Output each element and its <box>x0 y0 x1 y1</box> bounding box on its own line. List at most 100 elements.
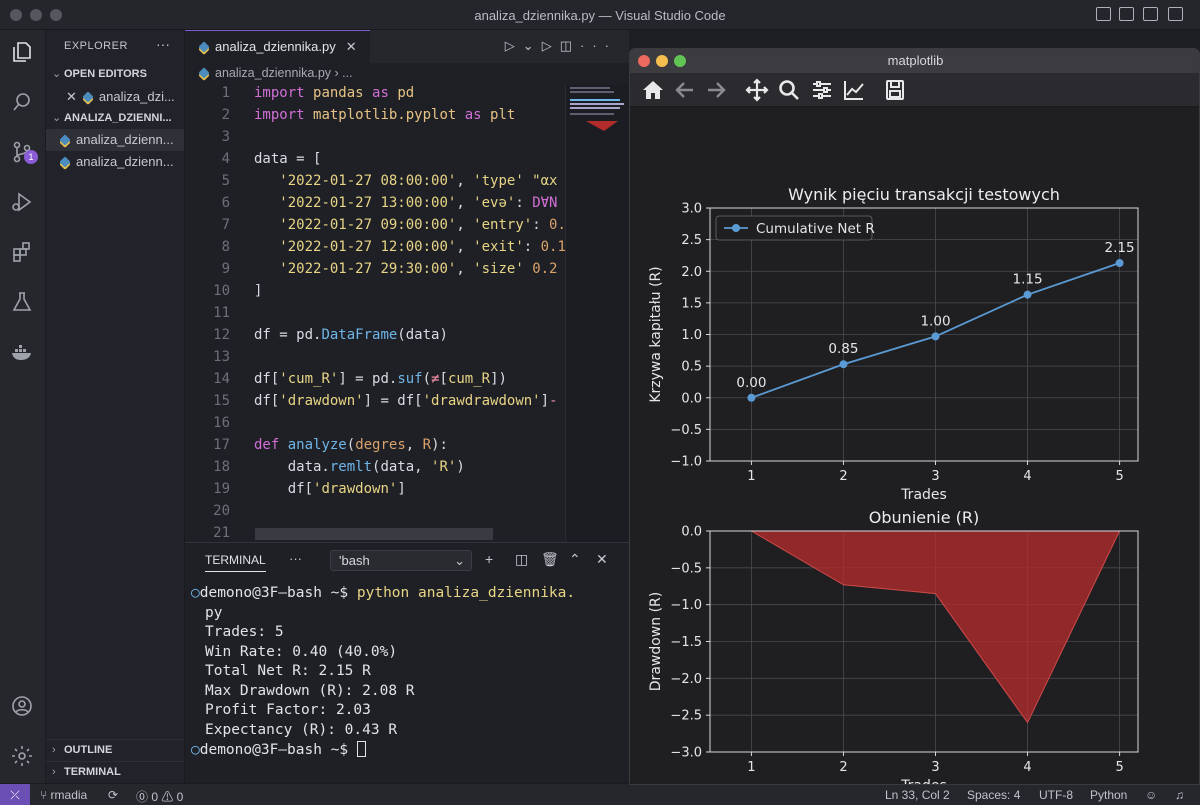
debug-run-icon[interactable]: ▷ <box>542 38 560 53</box>
chevron-right-icon: › <box>52 766 56 778</box>
git-branch-icon: ⑂ <box>40 788 51 802</box>
toggle-sidebar-icon[interactable] <box>1096 7 1111 21</box>
testing-icon[interactable] <box>8 288 36 316</box>
code-line: '2022-01-27 12:00:00', 'exit': 0.1 <box>279 239 566 255</box>
settings-gear-icon[interactable] <box>8 742 36 770</box>
python-file-icon <box>59 156 71 168</box>
sync-icon[interactable]: ⟳ <box>108 788 118 802</box>
terminal-shell-select[interactable]: 'bash ⌄ <box>330 550 472 571</box>
equity-ytick-label: −0.5 <box>670 423 702 438</box>
split-terminal-icon[interactable]: ◫ <box>515 551 528 568</box>
back-icon[interactable] <box>673 78 697 102</box>
toggle-panel-icon[interactable] <box>1119 7 1134 21</box>
more-actions-icon[interactable]: ··· <box>580 38 617 53</box>
language-mode[interactable]: Python <box>1090 788 1127 802</box>
indentation-status[interactable]: Spaces: 4 <box>967 788 1020 802</box>
equity-ytick-label: 0.0 <box>681 391 702 406</box>
open-editors-section[interactable]: ⌄ OPEN EDITORS <box>46 64 184 84</box>
code-line: '2022-01-27 08:00:00', 'type' "αx <box>279 173 558 189</box>
file-item[interactable]: analiza_dzienn... <box>46 151 184 173</box>
explorer-sidebar: EXPLORER ··· ⌄ OPEN EDITORS ✕ analiza_dzi.… <box>46 30 185 783</box>
configure-icon[interactable] <box>810 78 834 102</box>
drawdown-xlabel: Trades <box>900 778 947 785</box>
explorer-icon[interactable] <box>8 38 36 66</box>
line-number: 21 <box>213 525 230 541</box>
equity-ytick-label: 1.5 <box>681 296 702 311</box>
zoom-window-button[interactable] <box>674 55 686 67</box>
equity-data-label: 0.00 <box>736 375 766 391</box>
explorer-more-button[interactable]: ··· <box>156 36 170 52</box>
code-line: df['cum_R'] = pd.suf(≠[cum_R]) <box>254 371 507 387</box>
problems-status[interactable]: ⓪ 0 ⚠ 0 <box>136 788 183 805</box>
breadcrumb-label: analiza_dziennika.py › ... <box>215 66 353 80</box>
encoding-status[interactable]: UTF-8 <box>1039 788 1073 802</box>
equity-xtick-label: 3 <box>931 469 939 484</box>
code-line: df['drawdown'] = df['drawdrawdown']- <box>254 393 558 409</box>
close-window-button[interactable] <box>638 55 650 67</box>
close-panel-icon[interactable]: ✕ <box>596 551 608 568</box>
terminal-command-line: ○demono@3F–bash ~$ python analiza_dzienn… <box>191 585 575 601</box>
equity-ytick-label: −1.0 <box>670 455 702 470</box>
docker-icon[interactable] <box>8 338 36 366</box>
customize-layout-icon[interactable] <box>1168 7 1183 21</box>
code-line: import matplotlib.pyplot as plt <box>254 107 516 123</box>
notifications-icon[interactable]: ♫ <box>1175 788 1184 802</box>
pan-icon[interactable] <box>745 78 769 102</box>
equity-data-point <box>839 360 848 369</box>
explorer-header: EXPLORER <box>64 40 128 52</box>
line-number: 16 <box>213 415 230 431</box>
output-line: Max Drawdown (R): 2.08 R <box>205 682 415 699</box>
drawdown-ytick-label: −0.5 <box>670 561 702 576</box>
trash-icon[interactable]: 🗑 <box>541 551 559 568</box>
matplotlib-window-title: matplotlib <box>887 53 944 68</box>
split-editor-icon[interactable]: ◫ <box>560 38 580 53</box>
remote-indicator-icon[interactable]: ⤫ <box>0 784 30 805</box>
equity-xtick-label: 4 <box>1023 469 1031 484</box>
toggle-secondary-sidebar-icon[interactable] <box>1143 7 1158 21</box>
cursor-position[interactable]: Ln 33, Col 2 <box>885 788 950 802</box>
outline-section[interactable]: › OUTLINE <box>46 739 184 759</box>
zoom-icon[interactable] <box>777 78 801 102</box>
tab-terminal[interactable]: TERMINAL <box>205 553 266 572</box>
editor-tab[interactable]: analiza_dziennika.py ✕ <box>185 30 370 63</box>
edit-curves-icon[interactable] <box>842 78 866 102</box>
close-icon[interactable]: ✕ <box>66 89 77 104</box>
code-line: '2022-01-27 29:30:00', 'size' 0.2 <box>279 261 558 277</box>
code-line: df = pd.DataFrame(data) <box>254 327 448 343</box>
chevron-down-icon[interactable]: ⌄ <box>523 38 542 53</box>
prompt-marker-icon: ○ <box>191 585 200 601</box>
breadcrumb[interactable]: analiza_dziennika.py › ... <box>198 66 353 80</box>
accounts-icon[interactable] <box>8 692 36 720</box>
new-terminal-icon[interactable]: + <box>485 551 493 567</box>
run-debug-icon[interactable] <box>8 188 36 216</box>
source-control-badge: 1 <box>24 150 38 164</box>
save-icon[interactable] <box>883 78 907 102</box>
feedback-icon[interactable]: ☺ <box>1145 788 1157 802</box>
maximize-panel-icon[interactable]: ⌃ <box>569 551 581 568</box>
home-icon[interactable] <box>641 78 665 102</box>
branch-status[interactable]: ⑂ rmadia <box>40 788 87 802</box>
equity-ytick-label: 1.0 <box>681 328 702 343</box>
minimize-window-button[interactable] <box>656 55 668 67</box>
panel-more-button[interactable]: ··· <box>289 551 302 566</box>
project-section[interactable]: ⌄ ANALIZA_DZIENNI... <box>46 108 184 128</box>
file-item[interactable]: analiza_dzienn... <box>46 129 184 151</box>
matplotlib-titlebar: matplotlib <box>630 49 1199 73</box>
equity-legend-label: Cumulative Net R <box>756 221 875 237</box>
line-number: 13 <box>213 349 230 365</box>
terminal-section[interactable]: › TERMINAL <box>46 761 184 781</box>
extensions-icon[interactable] <box>8 238 36 266</box>
run-icon[interactable]: ▷ <box>505 38 523 53</box>
output-line: Total Net R: 2.15 R <box>205 663 371 679</box>
horizontal-scrollbar[interactable] <box>255 528 493 540</box>
line-number: 3 <box>221 129 230 145</box>
open-editor-item[interactable]: ✕ analiza_dzi... <box>46 86 184 108</box>
chevron-down-icon: ⌄ <box>454 553 465 568</box>
minimap[interactable] <box>565 85 629 542</box>
tab-close-icon[interactable]: ✕ <box>346 39 357 54</box>
forward-icon[interactable] <box>704 78 728 102</box>
matplotlib-figure[interactable]: −1.0 −0.5 0.0 0.5 1.0 1.5 2.0 2.5 3.0 1 2 3 4 5 0.00 0.… <box>630 107 1200 785</box>
code-line: '2022-01-27 09:00:00', 'entry': 0. <box>279 217 566 233</box>
open-editors-label: OPEN EDITORS <box>64 68 147 80</box>
search-icon[interactable] <box>8 88 36 116</box>
